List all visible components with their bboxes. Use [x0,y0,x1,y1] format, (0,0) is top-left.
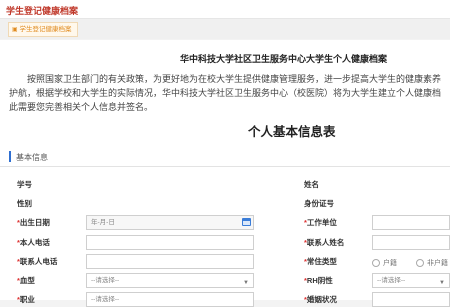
residence-registered-label: 户籍 [383,260,397,267]
contact-phone-input[interactable] [86,254,254,269]
document-icon: ▣ [12,27,18,33]
phone-label: *本人电话 [17,238,50,247]
chevron-down-icon: ▼ [243,280,249,286]
intro-line: 护航，根据学校和大学生的实际情况，华中科技大学社区卫生服务中心（校医院）将为大学… [9,88,442,98]
blood-type-label: *血型 [17,276,35,285]
intro-line: 按照国家卫生部门的有关政策，为更好地为在校大学生提供健康管理服务，进一步提高大学… [27,74,442,84]
phone-input[interactable] [86,235,254,250]
residence-type-label: *常住类型 [304,257,337,266]
employer-label: *工作单位 [304,218,337,227]
calendar-icon[interactable] [242,218,251,226]
gender-label: 性别 [17,199,32,208]
contact-phone-label: *联系人电话 [17,257,58,266]
tab-bar: ▣ 学生登记健康档案 [0,19,450,39]
contact-name-input[interactable] [372,235,450,250]
contact-name-label: *联系人姓名 [304,238,345,247]
residence-nonregistered-label: 非户籍 [427,260,448,267]
top-bar: 学生登记健康档案 [0,0,450,19]
rh-value: --请选择-- [377,277,406,284]
tab-label: 学生登记健康档案 [19,26,72,33]
employer-input[interactable] [372,215,450,230]
blood-type-value: --请选择-- [91,277,120,284]
form-title: 个人基本信息表 [248,125,336,139]
document-title: 华中科技大学社区卫生服务中心大学生个人健康档案 [180,54,388,64]
birth-date-placeholder: 年-月-日 [91,219,115,226]
rh-select[interactable]: --请选择-- ▼ [372,273,450,288]
section-label: 基本信息 [16,153,48,162]
chevron-down-icon: ▼ [439,280,445,286]
student-id-label: 学号 [17,180,32,189]
intro-paragraph: 按照国家卫生部门的有关政策，为更好地为在校大学生提供健康管理服务，进一步提高大学… [9,72,445,114]
blood-type-select[interactable]: --请选择-- ▼ [86,273,254,288]
page-header-title: 学生登记健康档案 [6,6,79,16]
residence-registered-radio[interactable] [372,259,380,267]
intro-line: 此需要您完善相关个人信息并签名。 [9,102,154,112]
birth-date-label: *出生日期 [17,218,50,227]
section-accent-bar [9,151,11,162]
name-label: 姓名 [304,180,319,189]
tab-student-health-record[interactable]: ▣ 学生登记健康档案 [8,22,78,37]
birth-date-input[interactable]: 年-月-日 [86,215,254,230]
section-header: 基本信息 [0,148,450,167]
residence-nonregistered-radio[interactable] [416,259,424,267]
id-number-label: 身份证号 [304,199,334,208]
rh-label: *RH阴性 [304,276,333,285]
